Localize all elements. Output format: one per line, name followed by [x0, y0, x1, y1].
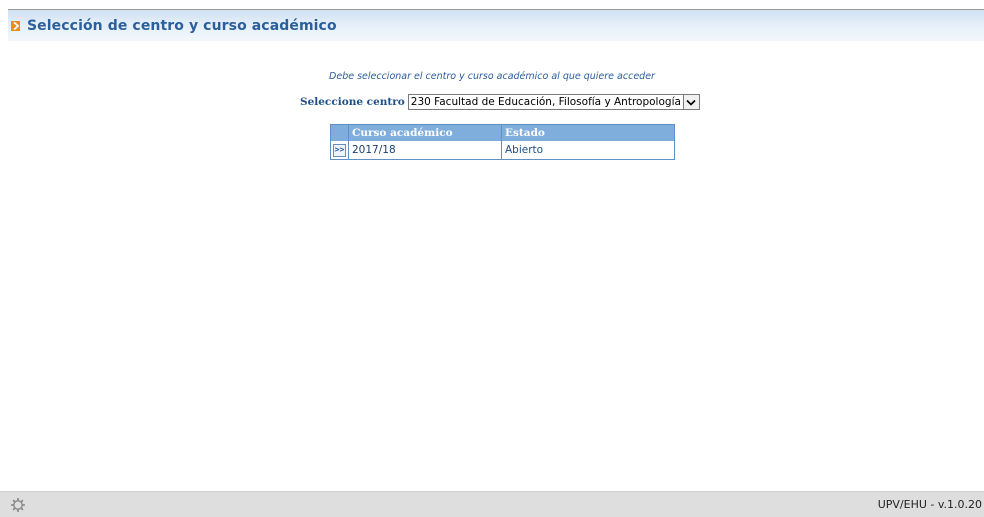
estado-cell: Abierto — [505, 144, 544, 156]
curso-cell: 2017/18 — [349, 141, 502, 159]
orange-arrow-icon — [11, 20, 20, 31]
instruction-text: Debe seleccionar el centro y curso acadé… — [329, 71, 655, 82]
column-header-estado: Estado — [505, 127, 545, 139]
centro-label: Seleccione centro — [300, 96, 405, 108]
page-title: Selección de centro y curso académico — [27, 17, 337, 34]
centro-select-value: 230 Facultad de Educación, Filosofía y A… — [410, 96, 681, 108]
column-header-select — [331, 125, 349, 141]
version-label: UPV/EHU - v.1.0.20 — [877, 498, 982, 511]
centro-select[interactable]: 230 Facultad de Educación, Filosofía y A… — [407, 94, 700, 110]
dropdown-button[interactable] — [682, 95, 699, 109]
curso-table: Curso académico Estado >> 2017/18 Abiert… — [330, 124, 675, 160]
table-header-row: Curso académico Estado — [331, 125, 674, 141]
chevron-down-icon — [686, 99, 696, 106]
footer-bar: UPV/EHU - v.1.0.20 — [0, 491, 984, 517]
go-to-course-button[interactable]: >> — [333, 143, 346, 157]
centro-selector-row: Seleccione centro 230 Facultad de Educac… — [300, 94, 700, 110]
table-row: >> 2017/18 Abierto — [331, 141, 674, 159]
column-header-curso: Curso académico — [349, 125, 502, 141]
row-select-cell: >> — [331, 141, 349, 159]
page-header: Selección de centro y curso académico — [8, 10, 984, 41]
gear-icon[interactable] — [11, 497, 25, 512]
